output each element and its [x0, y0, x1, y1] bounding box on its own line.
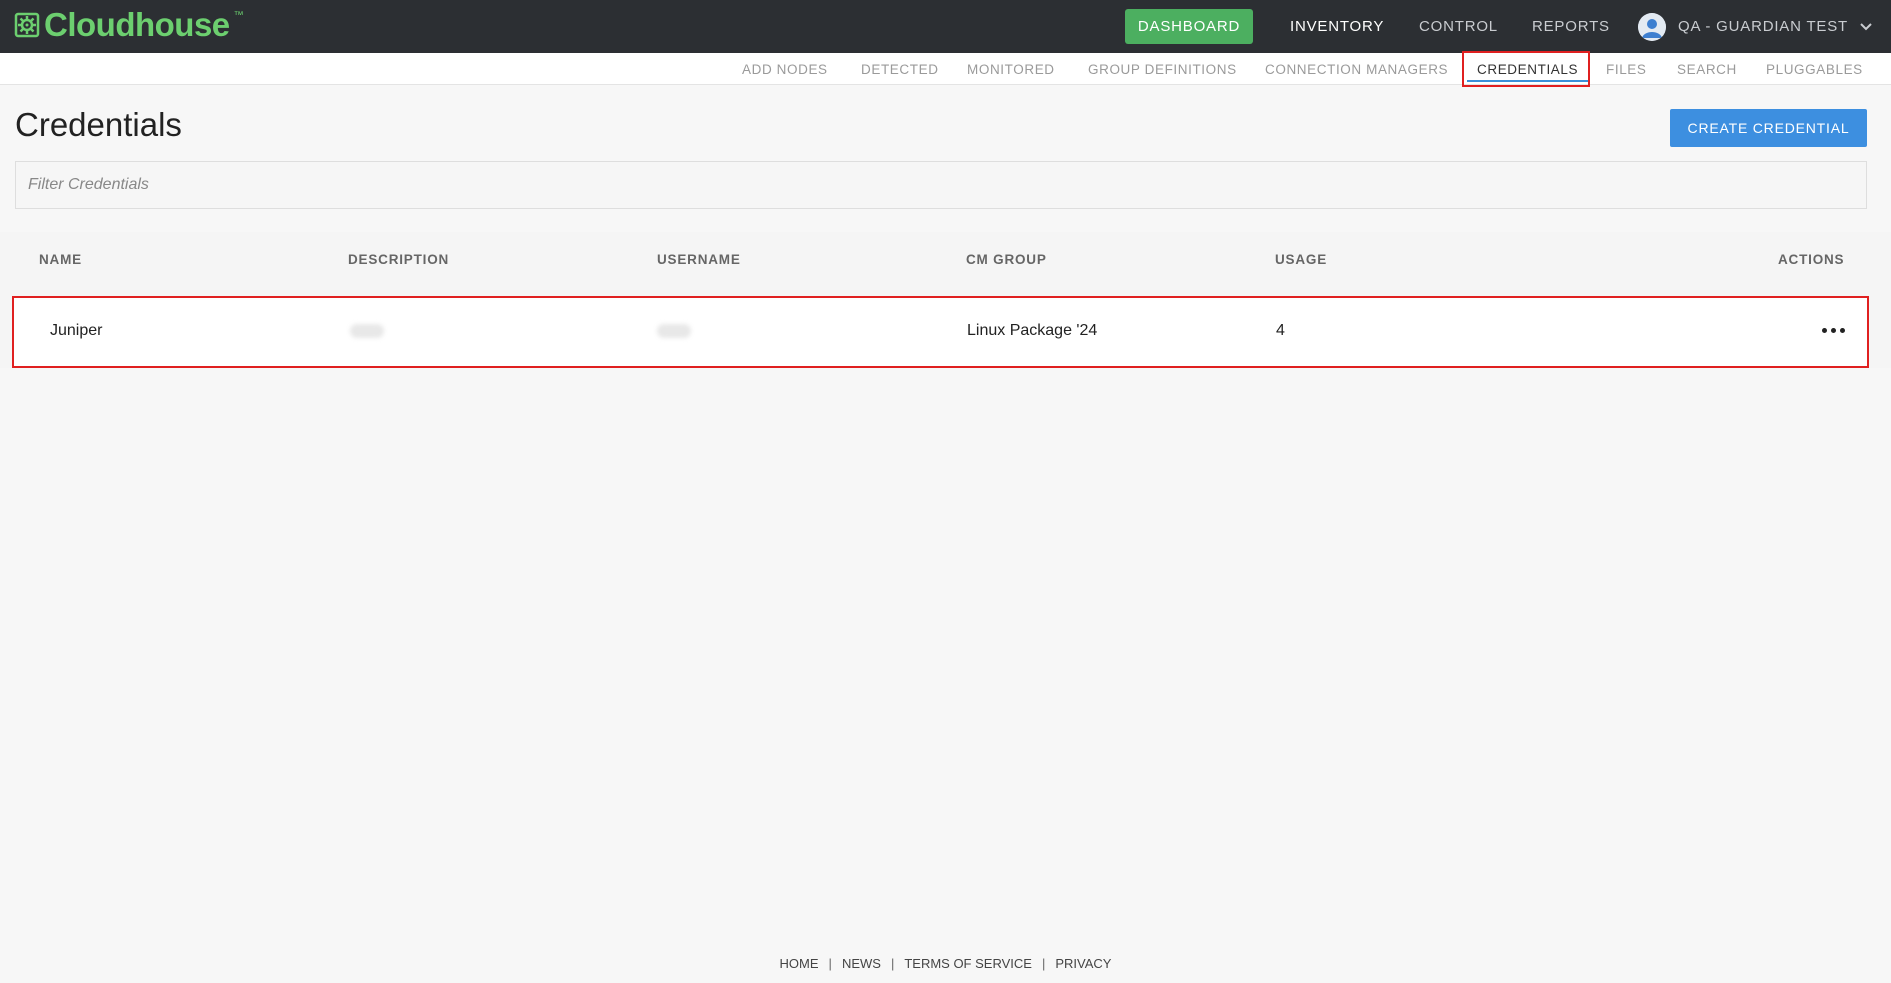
tab-group-definitions[interactable]: GROUP DEFINITIONS: [1088, 53, 1237, 85]
tab-pluggables[interactable]: PLUGGABLES: [1766, 53, 1863, 85]
footer-home-link[interactable]: HOME: [780, 956, 819, 971]
filter-credentials-input[interactable]: [15, 161, 1867, 209]
user-menu[interactable]: QA - GUARDIAN TEST: [1638, 0, 1872, 53]
page-title: Credentials: [15, 106, 182, 143]
column-header-description[interactable]: DESCRIPTION: [348, 252, 449, 267]
row-name[interactable]: Juniper: [50, 322, 102, 340]
tab-credentials[interactable]: CREDENTIALS: [1466, 53, 1589, 85]
sub-nav: ADD NODES DETECTED MONITORED GROUP DEFIN…: [0, 53, 1891, 85]
column-header-actions: ACTIONS: [1778, 252, 1845, 267]
tab-files[interactable]: FILES: [1606, 53, 1647, 85]
trademark: ™: [233, 10, 244, 21]
tab-monitored[interactable]: MONITORED: [967, 53, 1055, 85]
row-usage: 4: [1276, 322, 1285, 339]
row-username-redacted: [657, 324, 691, 338]
column-header-cm-group[interactable]: CM GROUP: [966, 252, 1047, 267]
cloudhouse-logo[interactable]: Cloudhouse ™: [14, 6, 244, 43]
column-header-username[interactable]: USERNAME: [657, 252, 741, 267]
footer-privacy-link[interactable]: PRIVACY: [1055, 956, 1111, 971]
nav-control[interactable]: CONTROL: [1419, 0, 1498, 53]
create-credential-button[interactable]: CREATE CREDENTIAL: [1670, 109, 1867, 147]
brand-name: Cloudhouse: [44, 6, 230, 43]
gear-icon: [14, 12, 40, 38]
tab-detected[interactable]: DETECTED: [861, 53, 939, 85]
avatar: [1638, 12, 1666, 41]
nav-reports[interactable]: REPORTS: [1532, 0, 1610, 53]
tab-connection-managers[interactable]: CONNECTION MANAGERS: [1265, 53, 1448, 85]
column-header-usage[interactable]: USAGE: [1275, 252, 1327, 267]
table-row[interactable]: [12, 296, 1869, 368]
nav-inventory[interactable]: INVENTORY: [1290, 0, 1384, 53]
tab-search[interactable]: SEARCH: [1677, 53, 1737, 85]
row-actions-more-icon[interactable]: [1818, 318, 1848, 342]
footer-news-link[interactable]: NEWS: [842, 956, 881, 971]
dashboard-button[interactable]: DASHBOARD: [1125, 9, 1253, 44]
footer-terms-link[interactable]: TERMS OF SERVICE: [904, 956, 1032, 971]
top-bar: Cloudhouse ™ DASHBOARD INVENTORY CONTROL…: [0, 0, 1891, 53]
row-cm-group: Linux Package '24: [967, 322, 1098, 339]
chevron-down-icon: [1860, 22, 1872, 30]
user-name: QA - GUARDIAN TEST: [1678, 18, 1848, 35]
footer: HOME | NEWS | TERMS OF SERVICE | PRIVACY: [779, 956, 1112, 971]
user-icon: [1638, 12, 1666, 41]
row-description-redacted: [350, 324, 384, 338]
tab-add-nodes[interactable]: ADD NODES: [742, 53, 828, 85]
column-header-name[interactable]: NAME: [39, 252, 82, 267]
